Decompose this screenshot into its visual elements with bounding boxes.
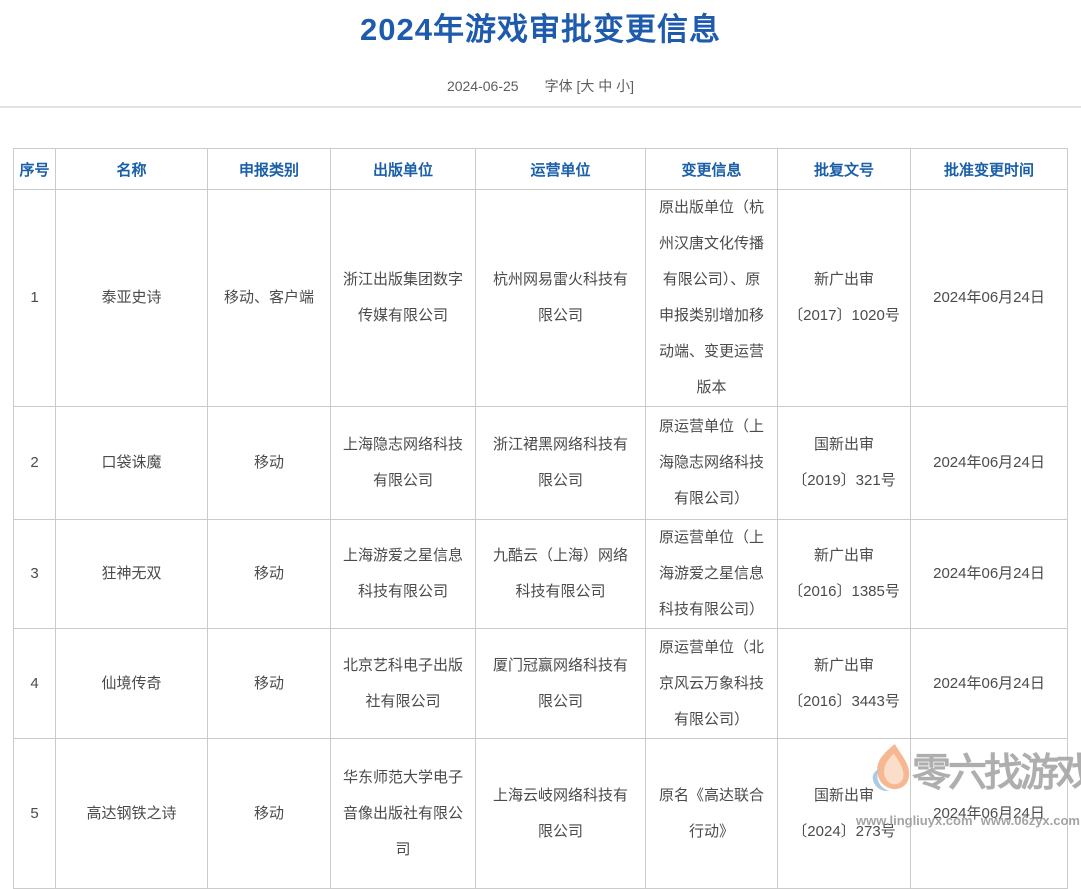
header-doc-number: 批复文号	[778, 149, 911, 190]
cell-publisher: 北京艺科电子出版社有限公司	[331, 629, 476, 739]
header-publisher: 出版单位	[331, 149, 476, 190]
cell-approve-date: 2024年06月24日	[911, 739, 1068, 889]
cell-operator: 厦门冠赢网络科技有限公司	[476, 629, 646, 739]
font-size-label-close: ]	[630, 78, 634, 94]
header-serial: 序号	[14, 149, 56, 190]
cell-change-info: 原运营单位（上海隐志网络科技有限公司）	[646, 407, 778, 520]
cell-serial: 3	[14, 520, 56, 629]
cell-approve-date: 2024年06月24日	[911, 190, 1068, 407]
cell-approve-date: 2024年06月24日	[911, 629, 1068, 739]
cell-change-info: 原运营单位（上海游爱之星信息科技有限公司）	[646, 520, 778, 629]
cell-publisher: 上海隐志网络科技有限公司	[331, 407, 476, 520]
cell-change-info: 原出版单位（杭州汉唐文化传播有限公司）、原申报类别增加移动端、变更运营版本	[646, 190, 778, 407]
cell-game-name: 狂神无双	[56, 520, 208, 629]
header-approve-date: 批准变更时间	[911, 149, 1068, 190]
cell-game-name: 高达钢铁之诗	[56, 739, 208, 889]
header-name: 名称	[56, 149, 208, 190]
cell-category: 移动	[208, 739, 331, 889]
cell-category: 移动	[208, 629, 331, 739]
cell-approve-date: 2024年06月24日	[911, 407, 1068, 520]
font-size-large-link[interactable]: 大	[580, 78, 594, 94]
header-operator: 运营单位	[476, 149, 646, 190]
table-row: 2 口袋诛魔 移动 上海隐志网络科技有限公司 浙江裙黑网络科技有限公司 原运营单…	[14, 407, 1068, 520]
cell-doc-number: 新广出审〔2017〕1020号	[778, 190, 911, 407]
meta-line: 2024-06-25 字体 [大 中 小]	[0, 76, 1081, 96]
header-category: 申报类别	[208, 149, 331, 190]
cell-game-name: 泰亚史诗	[56, 190, 208, 407]
cell-category: 移动、客户端	[208, 190, 331, 407]
cell-game-name: 口袋诛魔	[56, 407, 208, 520]
publish-date: 2024-06-25	[447, 78, 519, 94]
table-row: 4 仙境传奇 移动 北京艺科电子出版社有限公司 厦门冠赢网络科技有限公司 原运营…	[14, 629, 1068, 739]
cell-operator: 上海云岐网络科技有限公司	[476, 739, 646, 889]
cell-doc-number: 新广出审〔2016〕3443号	[778, 629, 911, 739]
header-change-info: 变更信息	[646, 149, 778, 190]
cell-operator: 九酷云（上海）网络科技有限公司	[476, 520, 646, 629]
cell-doc-number: 国新出审〔2019〕321号	[778, 407, 911, 520]
approval-change-table: 序号 名称 申报类别 出版单位 运营单位 变更信息 批复文号 批准变更时间 1 …	[13, 148, 1068, 889]
cell-serial: 2	[14, 407, 56, 520]
cell-publisher: 上海游爱之星信息科技有限公司	[331, 520, 476, 629]
cell-doc-number: 新广出审〔2016〕1385号	[778, 520, 911, 629]
table-row: 3 狂神无双 移动 上海游爱之星信息科技有限公司 九酷云（上海）网络科技有限公司…	[14, 520, 1068, 629]
cell-publisher: 浙江出版集团数字传媒有限公司	[331, 190, 476, 407]
cell-game-name: 仙境传奇	[56, 629, 208, 739]
cell-operator: 浙江裙黑网络科技有限公司	[476, 407, 646, 520]
font-size-medium-link[interactable]: 中	[598, 78, 612, 94]
cell-category: 移动	[208, 407, 331, 520]
cell-serial: 1	[14, 190, 56, 407]
header-divider	[0, 106, 1081, 108]
table-row: 1 泰亚史诗 移动、客户端 浙江出版集团数字传媒有限公司 杭州网易雷火科技有限公…	[14, 190, 1068, 407]
page-title: 2024年游戏审批变更信息	[0, 0, 1081, 49]
cell-change-info: 原运营单位（北京风云万象科技有限公司）	[646, 629, 778, 739]
cell-publisher: 华东师范大学电子音像出版社有限公司	[331, 739, 476, 889]
cell-change-info: 原名《高达联合行动》	[646, 739, 778, 889]
cell-operator: 杭州网易雷火科技有限公司	[476, 190, 646, 407]
font-size-label: 字体 [	[545, 78, 581, 94]
cell-doc-number: 国新出审〔2024〕273号	[778, 739, 911, 889]
cell-serial: 5	[14, 739, 56, 889]
cell-category: 移动	[208, 520, 331, 629]
font-size-small-link[interactable]: 小	[616, 78, 630, 94]
cell-approve-date: 2024年06月24日	[911, 520, 1068, 629]
table-row: 5 高达钢铁之诗 移动 华东师范大学电子音像出版社有限公司 上海云岐网络科技有限…	[14, 739, 1068, 889]
cell-serial: 4	[14, 629, 56, 739]
table-header-row: 序号 名称 申报类别 出版单位 运营单位 变更信息 批复文号 批准变更时间	[14, 149, 1068, 190]
